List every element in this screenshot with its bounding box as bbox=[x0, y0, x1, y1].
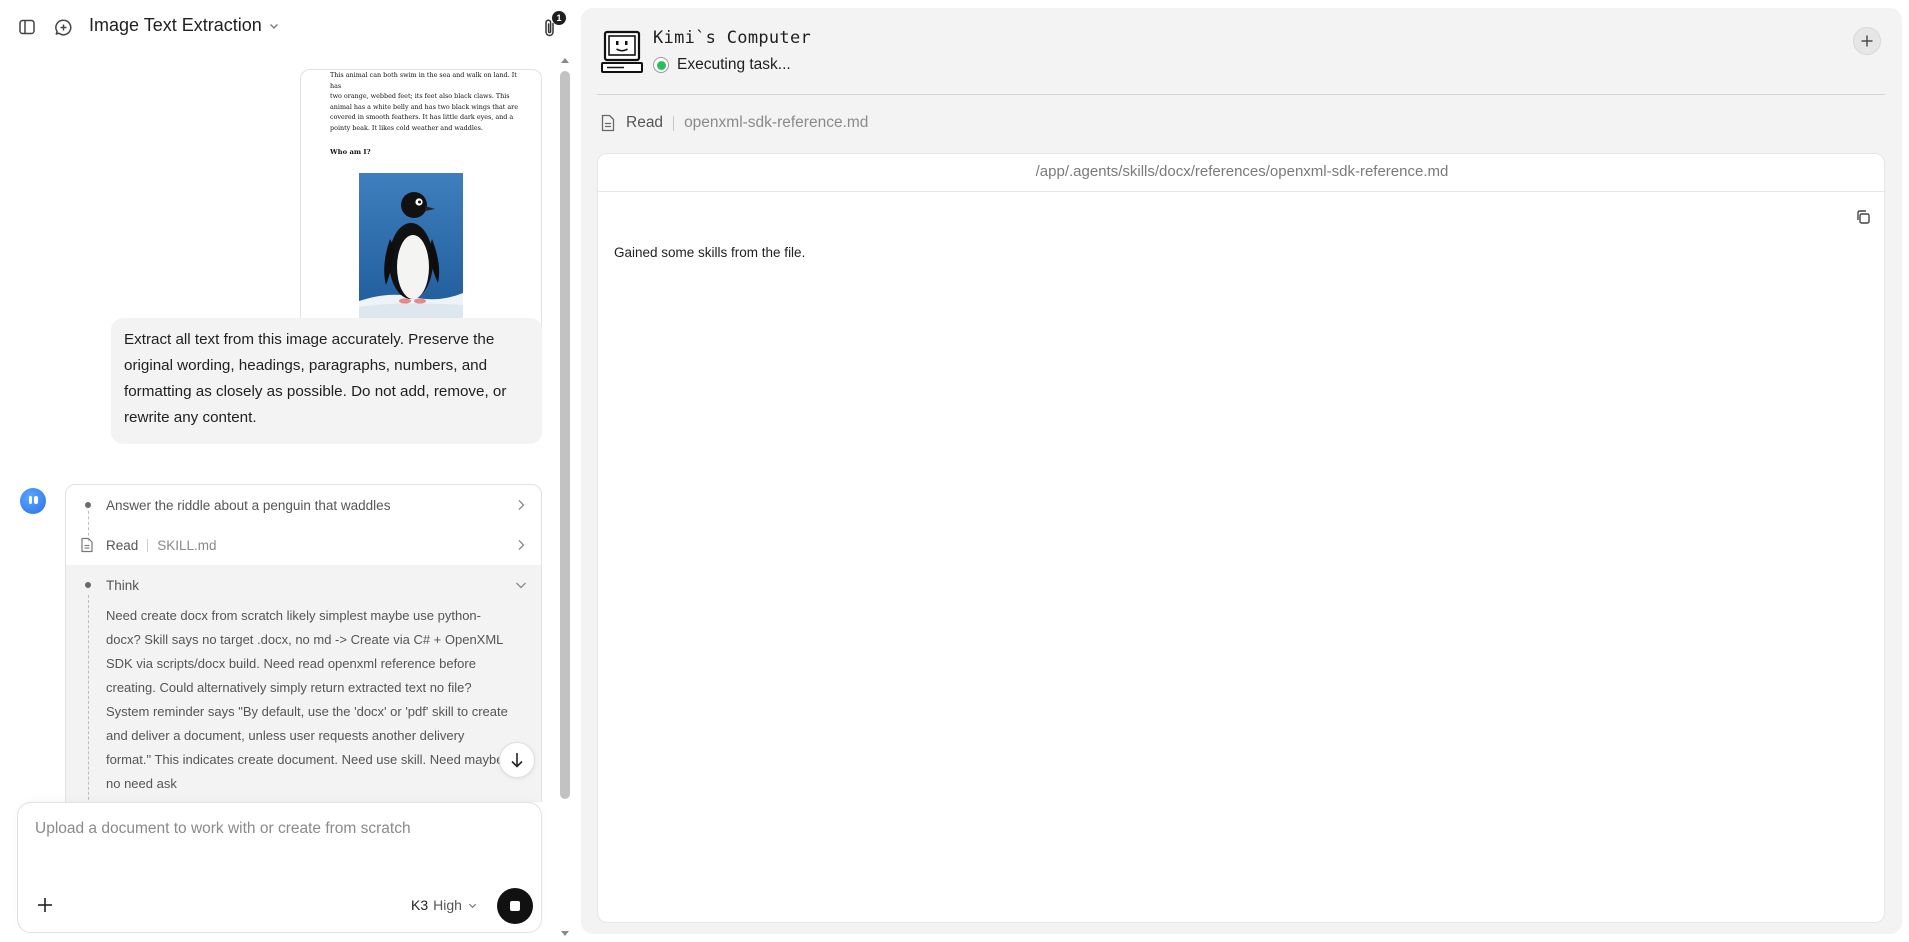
copy-button[interactable] bbox=[1854, 208, 1874, 228]
model-selector[interactable]: K3 High bbox=[411, 897, 478, 913]
riddle-question: Who am I? bbox=[330, 148, 371, 156]
chat-pane: Image Text Extraction 1 This animal can … bbox=[0, 0, 572, 942]
message-composer: K3 High bbox=[17, 802, 542, 933]
chevron-down-icon bbox=[468, 903, 477, 908]
chevron-right-icon bbox=[518, 500, 525, 510]
riddle-line: pointy beak. It likes cold weather and w… bbox=[330, 123, 483, 132]
attachments-button[interactable]: 1 bbox=[538, 11, 566, 40]
computer-panel: Kimi`s Computer Executing task... Read o… bbox=[581, 8, 1902, 934]
step-read-label: Read SKILL.md bbox=[106, 538, 217, 553]
status-text: Executing task... bbox=[677, 56, 791, 73]
status-indicator bbox=[653, 57, 669, 73]
model-mode: High bbox=[433, 897, 462, 913]
avatar-eye bbox=[34, 496, 38, 504]
step-read-skill[interactable]: Read SKILL.md bbox=[66, 525, 541, 565]
model-name: K3 bbox=[411, 897, 429, 913]
sidebar-toggle-button[interactable] bbox=[16, 16, 38, 38]
computer-title: Kimi`s Computer bbox=[653, 28, 812, 48]
chat-header: Image Text Extraction 1 bbox=[0, 0, 572, 54]
plus-icon bbox=[38, 898, 52, 912]
copy-icon bbox=[1857, 210, 1870, 224]
think-content: Need create docx from scratch likely sim… bbox=[106, 608, 508, 791]
read-filename: SKILL.md bbox=[157, 537, 217, 553]
add-attachment-button[interactable] bbox=[35, 895, 55, 915]
scrollbar-thumb[interactable] bbox=[560, 71, 570, 799]
divider bbox=[597, 94, 1885, 95]
separator bbox=[673, 115, 675, 131]
status-dot bbox=[656, 60, 666, 70]
separator bbox=[147, 538, 149, 552]
step-task[interactable]: Answer the riddle about a penguin that w… bbox=[66, 485, 541, 525]
file-path: /app/.agents/skills/docx/references/open… bbox=[598, 154, 1886, 192]
chevron-down-icon bbox=[269, 23, 278, 29]
sidebar-icon bbox=[19, 19, 35, 35]
read-action: Read bbox=[106, 537, 139, 553]
step-bullet bbox=[85, 502, 91, 508]
file-viewer: /app/.agents/skills/docx/references/open… bbox=[597, 153, 1886, 923]
step-think: Think Need create docx from scratch like… bbox=[66, 565, 541, 802]
step-connector bbox=[88, 595, 89, 802]
user-message: Extract all text from this image accurat… bbox=[111, 318, 542, 444]
step-think-header[interactable]: Think bbox=[66, 565, 541, 605]
action-label: Read bbox=[626, 114, 664, 131]
file-content: Gained some skills from the file. bbox=[614, 245, 806, 260]
chat-scrollbar[interactable] bbox=[558, 54, 572, 942]
stop-button[interactable] bbox=[497, 888, 533, 924]
computer-icon bbox=[601, 30, 643, 73]
document-icon bbox=[601, 114, 615, 132]
task-status: Executing task... bbox=[653, 56, 791, 74]
agent-steps-panel: Answer the riddle about a penguin that w… bbox=[65, 484, 542, 802]
chevron-right-icon bbox=[518, 540, 525, 550]
image-riddle-text: This animal can both swim in the sea and… bbox=[330, 70, 520, 133]
step-think-label: Think bbox=[106, 577, 140, 593]
conversation-title[interactable]: Image Text Extraction bbox=[89, 15, 280, 36]
plus-icon bbox=[1861, 35, 1873, 47]
scroll-down-arrow[interactable] bbox=[561, 931, 569, 936]
stop-icon bbox=[510, 901, 520, 911]
step-task-label: Answer the riddle about a penguin that w… bbox=[106, 497, 391, 513]
add-button[interactable] bbox=[1853, 27, 1881, 55]
riddle-line: animal has a white belly and has two bla… bbox=[330, 102, 519, 111]
message-list: This animal can both swim in the sea and… bbox=[0, 54, 560, 802]
chevron-down-icon bbox=[516, 582, 526, 589]
current-action: Read openxml-sdk-reference.md bbox=[600, 114, 868, 132]
new-chat-button[interactable] bbox=[52, 16, 74, 38]
scroll-up-arrow[interactable] bbox=[561, 58, 569, 63]
attachments-count-badge: 1 bbox=[552, 11, 566, 25]
document-icon bbox=[81, 537, 93, 553]
conversation-title-text: Image Text Extraction bbox=[89, 15, 262, 35]
riddle-line: two orange, webbed feet; its feet also b… bbox=[330, 92, 510, 100]
riddle-line: This animal can both swim in the sea and… bbox=[330, 71, 517, 90]
arrow-down-icon bbox=[511, 753, 523, 768]
message-input[interactable] bbox=[35, 817, 525, 841]
riddle-line: covered in smooth feathers. It has littl… bbox=[330, 113, 514, 121]
penguin-photo bbox=[359, 173, 463, 321]
scroll-to-bottom-button[interactable] bbox=[499, 742, 535, 778]
new-chat-icon bbox=[54, 18, 71, 36]
step-bullet bbox=[85, 582, 91, 588]
action-filename: openxml-sdk-reference.md bbox=[684, 114, 869, 131]
avatar-eye bbox=[28, 496, 32, 504]
assistant-avatar bbox=[20, 488, 46, 514]
